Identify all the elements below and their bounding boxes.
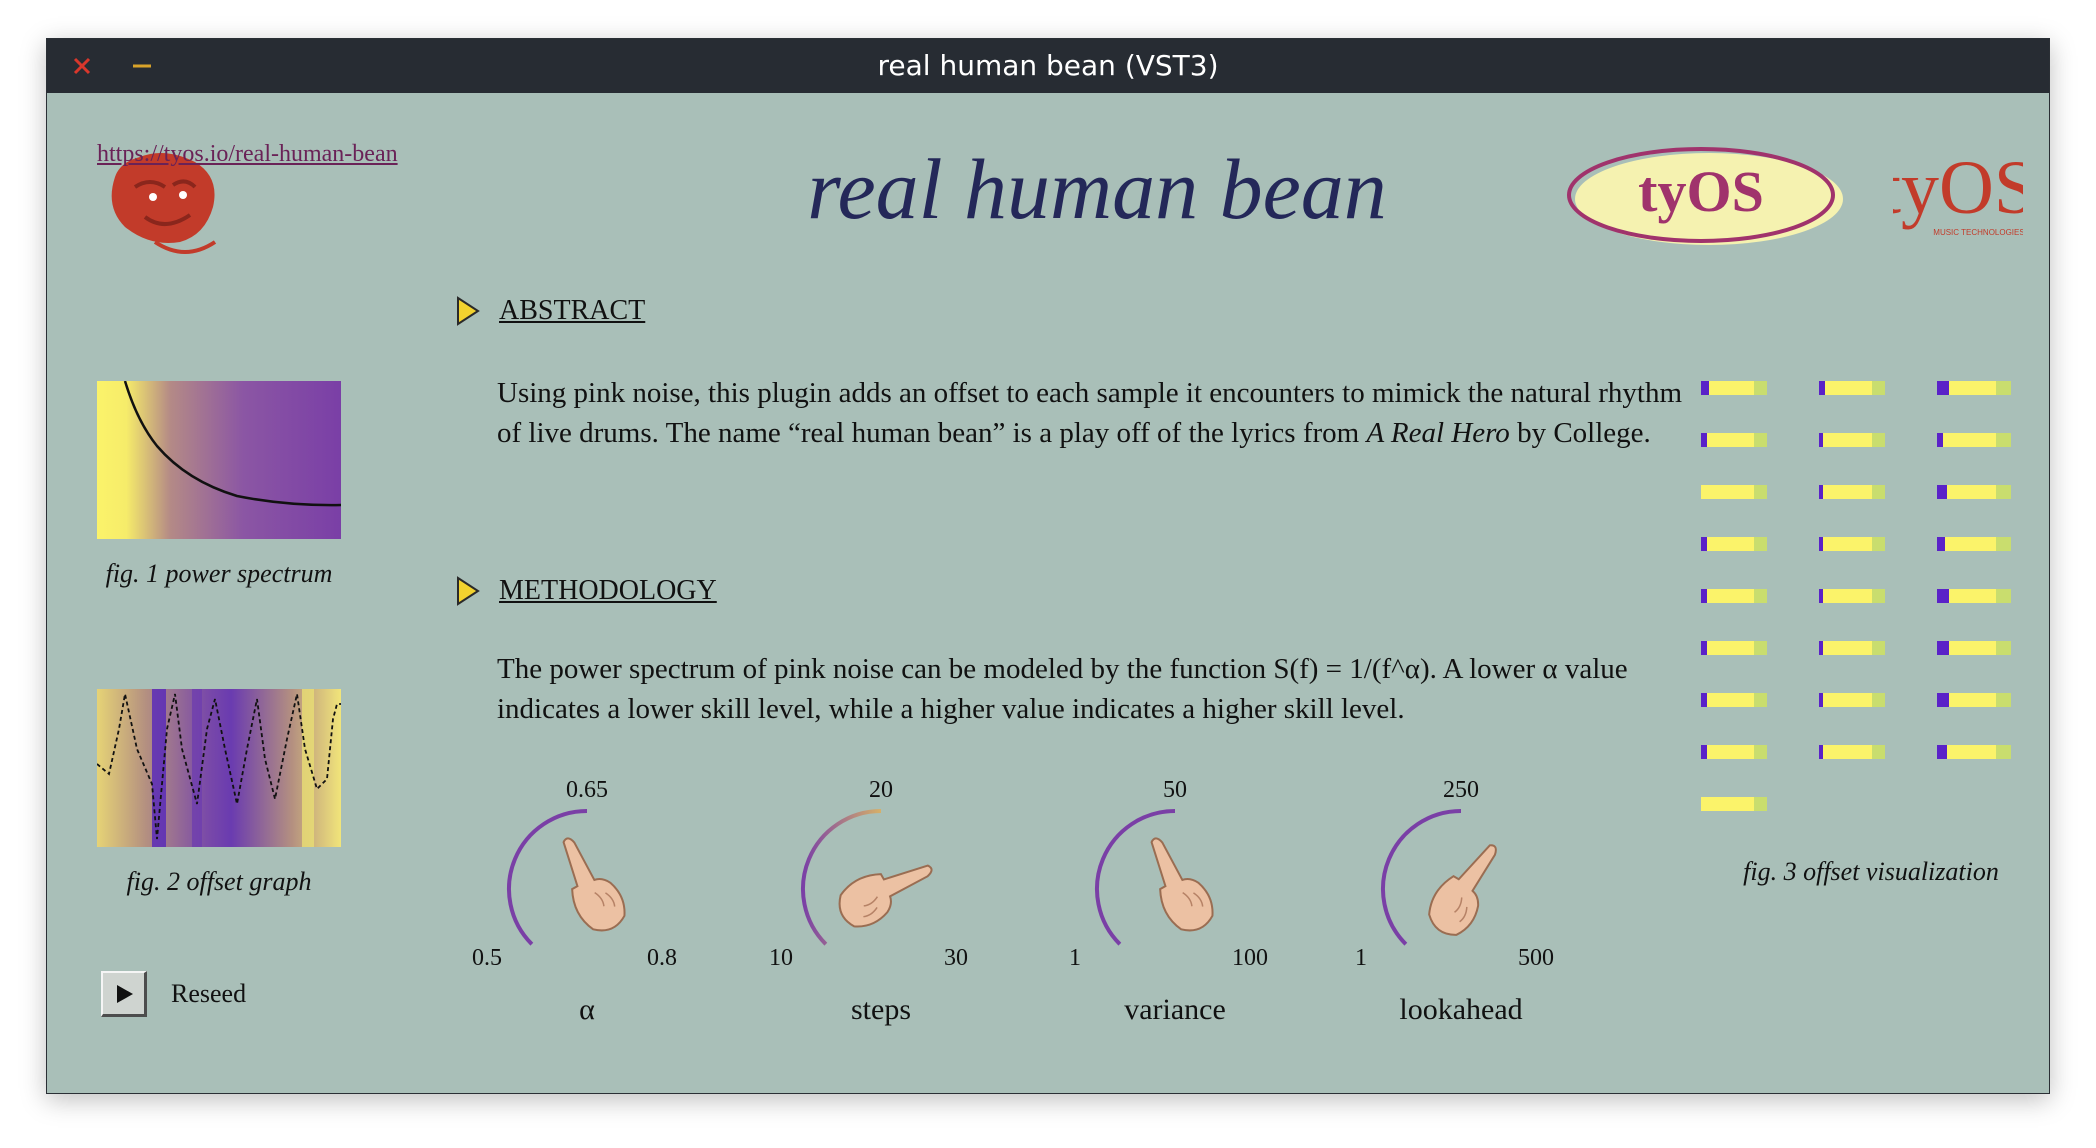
offset-bar: [1937, 485, 2011, 499]
offset-bar: [1701, 797, 1767, 811]
knob-value-label: 20: [869, 777, 893, 803]
tyos-brand-logo: tyOS MUSIC TECHNOLOGIES: [1880, 143, 2036, 248]
plugin-window: real human bean (VST3) https://tyos.io/r…: [46, 38, 2050, 1094]
offset-bar: [1937, 745, 2011, 759]
knob-name-label: lookahead: [1399, 993, 1523, 1026]
pointing-hand-icon: [1150, 837, 1214, 932]
brand-logo-subtext: MUSIC TECHNOLOGIES: [1933, 228, 2023, 237]
offset-bar: [1701, 485, 1767, 499]
reseed-label: Reseed: [171, 979, 247, 1008]
brand-logo-text: tyOS: [1893, 146, 2023, 230]
website-link[interactable]: https://tyos.io/real-human-bean: [97, 141, 398, 168]
offset-graph: [96, 689, 341, 852]
knob-value-label: 0.65: [566, 777, 608, 803]
offset-bar: [1937, 433, 2011, 447]
fig3-caption: fig. 3 offset visualization: [1743, 857, 1999, 886]
offset-bar: [1701, 745, 1767, 759]
tyos-oval-logo: tyOS: [1561, 143, 1851, 258]
abstract-toggle[interactable]: ABSTRACT: [455, 295, 645, 327]
offset-bar: [1937, 641, 2011, 655]
knob-value-label: 50: [1163, 777, 1187, 803]
expand-triangle-icon: [457, 296, 480, 326]
offset-bar: [1701, 381, 1767, 395]
knob-name-label: α: [579, 993, 595, 1026]
abstract-heading: ABSTRACT: [499, 295, 646, 326]
title-bar: real human bean (VST3): [47, 39, 2049, 93]
abstract-text: Using pink noise, this plugin adds an of…: [497, 377, 1683, 449]
knob-dial[interactable]: [781, 804, 981, 974]
plugin-title: real human bean: [807, 141, 1387, 237]
offset-bar: [1937, 381, 2011, 395]
offset-bar: [1819, 589, 1885, 603]
knob-dial[interactable]: [1361, 804, 1561, 974]
knob-dial[interactable]: [487, 804, 687, 974]
offset-bar: [1701, 693, 1767, 707]
song-title: A Real Hero: [1366, 417, 1510, 449]
offset-visualization: [1701, 381, 2041, 861]
window-title: real human bean (VST3): [877, 49, 1219, 82]
offset-bar: [1819, 433, 1885, 447]
offset-bar: [1819, 381, 1885, 395]
power-spectrum-graph: [97, 380, 342, 544]
offset-bar: [1701, 433, 1767, 447]
offset-bar: [1819, 693, 1885, 707]
fig2-caption: fig. 2 offset graph: [126, 867, 312, 896]
methodology-heading: METHODOLOGY: [499, 575, 717, 606]
play-icon: [116, 984, 133, 1003]
knob-name-label: steps: [851, 993, 911, 1026]
pointing-hand-icon: [1428, 844, 1497, 936]
offset-bar: [1937, 693, 2011, 707]
offset-bar: [1937, 537, 2011, 551]
methodology-text: The power spectrum of pink noise can be …: [497, 653, 1628, 725]
offset-bar: [1819, 745, 1885, 759]
pointing-hand-icon: [562, 837, 626, 932]
offset-bar: [1701, 537, 1767, 551]
methodology-toggle[interactable]: METHODOLOGY: [455, 575, 717, 607]
expand-triangle-icon: [457, 576, 480, 606]
reseed-button[interactable]: [101, 971, 147, 1017]
offset-bar: [1819, 641, 1885, 655]
offset-bar: [1819, 485, 1885, 499]
offset-bar: [1701, 589, 1767, 603]
offset-bar: [1937, 589, 2011, 603]
knob-dial[interactable]: [1075, 804, 1275, 974]
knob-name-label: variance: [1124, 993, 1226, 1026]
fig1-caption: fig. 1 power spectrum: [105, 559, 333, 588]
knob-value-label: 250: [1443, 777, 1479, 803]
oval-logo-text: tyOS: [1638, 159, 1764, 224]
offset-bar: [1819, 537, 1885, 551]
offset-bar: [1701, 641, 1767, 655]
pointing-hand-icon: [838, 864, 933, 928]
